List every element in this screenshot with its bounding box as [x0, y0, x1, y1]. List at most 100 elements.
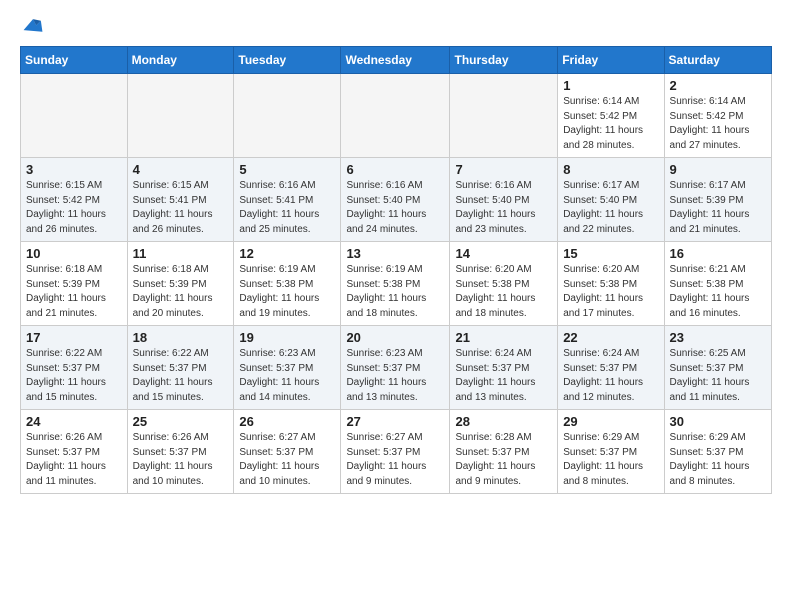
day-info: Sunrise: 6:15 AMSunset: 5:41 PMDaylight:…: [133, 179, 229, 237]
calendar-header-row: SundayMondayTuesdayWednesdayThursdayFrid…: [21, 47, 772, 74]
day-info: Sunrise: 6:22 AMSunset: 5:37 PMDaylight:…: [133, 347, 229, 405]
weekday-header-thursday: Thursday: [450, 47, 558, 74]
calendar-week-2: 3 Sunrise: 6:15 AMSunset: 5:42 PMDaylight…: [21, 158, 772, 242]
calendar-cell: 20 Sunrise: 6:23 AMSunset: 5:37 PMDayligh…: [341, 326, 450, 410]
calendar-cell: 8 Sunrise: 6:17 AMSunset: 5:40 PMDaylight…: [558, 158, 664, 242]
calendar-cell: 4 Sunrise: 6:15 AMSunset: 5:41 PMDaylight…: [127, 158, 234, 242]
day-info: Sunrise: 6:18 AMSunset: 5:39 PMDaylight:…: [26, 263, 122, 321]
calendar-cell: 29 Sunrise: 6:29 AMSunset: 5:37 PMDayligh…: [558, 410, 664, 494]
day-info: Sunrise: 6:22 AMSunset: 5:37 PMDaylight:…: [26, 347, 122, 405]
day-info: Sunrise: 6:21 AMSunset: 5:38 PMDaylight:…: [670, 263, 766, 321]
calendar-cell: 10Sunrise: 6:18 AMSunset: 5:39 PMDayligh…: [21, 242, 128, 326]
calendar-cell: 22Sunrise: 6:24 AMSunset: 5:37 PMDayligh…: [558, 326, 664, 410]
weekday-header-tuesday: Tuesday: [234, 47, 341, 74]
calendar-cell: 19 Sunrise: 6:23 AMSunset: 5:37 PMDayligh…: [234, 326, 341, 410]
day-info: Sunrise: 6:28 AMSunset: 5:37 PMDaylight:…: [455, 431, 552, 489]
day-number: 6: [346, 162, 444, 177]
weekday-header-friday: Friday: [558, 47, 664, 74]
calendar-cell: [21, 74, 128, 158]
day-number: 23: [670, 330, 766, 345]
day-number: 3: [26, 162, 122, 177]
day-number: 1: [563, 78, 658, 93]
day-info: Sunrise: 6:18 AMSunset: 5:39 PMDaylight:…: [133, 263, 229, 321]
day-info: Sunrise: 6:15 AMSunset: 5:42 PMDaylight:…: [26, 179, 122, 237]
day-number: 15: [563, 246, 658, 261]
day-number: 9: [670, 162, 766, 177]
day-info: Sunrise: 6:16 AMSunset: 5:41 PMDaylight:…: [239, 179, 335, 237]
day-number: 7: [455, 162, 552, 177]
day-number: 25: [133, 414, 229, 429]
calendar-cell: 14 Sunrise: 6:20 AMSunset: 5:38 PMDayligh…: [450, 242, 558, 326]
calendar-cell: 26 Sunrise: 6:27 AMSunset: 5:37 PMDayligh…: [234, 410, 341, 494]
calendar-cell: 30 Sunrise: 6:29 AMSunset: 5:37 PMDayligh…: [664, 410, 771, 494]
day-info: Sunrise: 6:16 AMSunset: 5:40 PMDaylight:…: [455, 179, 552, 237]
day-number: 19: [239, 330, 335, 345]
day-number: 8: [563, 162, 658, 177]
day-info: Sunrise: 6:23 AMSunset: 5:37 PMDaylight:…: [346, 347, 444, 405]
day-number: 24: [26, 414, 122, 429]
calendar-week-4: 17 Sunrise: 6:22 AMSunset: 5:37 PMDayligh…: [21, 326, 772, 410]
day-number: 12: [239, 246, 335, 261]
day-info: Sunrise: 6:26 AMSunset: 5:37 PMDaylight:…: [26, 431, 122, 489]
calendar-cell: 12 Sunrise: 6:19 AMSunset: 5:38 PMDayligh…: [234, 242, 341, 326]
calendar: SundayMondayTuesdayWednesdayThursdayFrid…: [20, 46, 772, 494]
calendar-week-3: 10Sunrise: 6:18 AMSunset: 5:39 PMDayligh…: [21, 242, 772, 326]
calendar-cell: [341, 74, 450, 158]
calendar-cell: 24 Sunrise: 6:26 AMSunset: 5:37 PMDayligh…: [21, 410, 128, 494]
calendar-cell: 2Sunrise: 6:14 AMSunset: 5:42 PMDaylight…: [664, 74, 771, 158]
day-number: 26: [239, 414, 335, 429]
calendar-cell: 13 Sunrise: 6:19 AMSunset: 5:38 PMDayligh…: [341, 242, 450, 326]
weekday-header-wednesday: Wednesday: [341, 47, 450, 74]
day-number: 16: [670, 246, 766, 261]
calendar-cell: 23 Sunrise: 6:25 AMSunset: 5:37 PMDayligh…: [664, 326, 771, 410]
calendar-week-5: 24 Sunrise: 6:26 AMSunset: 5:37 PMDayligh…: [21, 410, 772, 494]
page: SundayMondayTuesdayWednesdayThursdayFrid…: [0, 0, 792, 510]
day-info: Sunrise: 6:20 AMSunset: 5:38 PMDaylight:…: [455, 263, 552, 321]
weekday-header-monday: Monday: [127, 47, 234, 74]
day-info: Sunrise: 6:20 AMSunset: 5:38 PMDaylight:…: [563, 263, 658, 321]
day-number: 18: [133, 330, 229, 345]
day-info: Sunrise: 6:17 AMSunset: 5:39 PMDaylight:…: [670, 179, 766, 237]
day-number: 11: [133, 246, 229, 261]
day-info: Sunrise: 6:19 AMSunset: 5:38 PMDaylight:…: [239, 263, 335, 321]
day-info: Sunrise: 6:29 AMSunset: 5:37 PMDaylight:…: [563, 431, 658, 489]
day-number: 29: [563, 414, 658, 429]
calendar-cell: 25 Sunrise: 6:26 AMSunset: 5:37 PMDayligh…: [127, 410, 234, 494]
calendar-cell: 27Sunrise: 6:27 AMSunset: 5:37 PMDayligh…: [341, 410, 450, 494]
day-info: Sunrise: 6:29 AMSunset: 5:37 PMDaylight:…: [670, 431, 766, 489]
day-info: Sunrise: 6:16 AMSunset: 5:40 PMDaylight:…: [346, 179, 444, 237]
day-info: Sunrise: 6:19 AMSunset: 5:38 PMDaylight:…: [346, 263, 444, 321]
day-number: 21: [455, 330, 552, 345]
calendar-cell: 9 Sunrise: 6:17 AMSunset: 5:39 PMDaylight…: [664, 158, 771, 242]
day-number: 14: [455, 246, 552, 261]
day-info: Sunrise: 6:27 AMSunset: 5:37 PMDaylight:…: [346, 431, 444, 489]
header: [20, 16, 772, 38]
calendar-cell: 17 Sunrise: 6:22 AMSunset: 5:37 PMDayligh…: [21, 326, 128, 410]
day-info: Sunrise: 6:14 AMSunset: 5:42 PMDaylight:…: [563, 95, 658, 153]
day-number: 13: [346, 246, 444, 261]
day-info: Sunrise: 6:17 AMSunset: 5:40 PMDaylight:…: [563, 179, 658, 237]
day-number: 4: [133, 162, 229, 177]
day-number: 5: [239, 162, 335, 177]
day-info: Sunrise: 6:25 AMSunset: 5:37 PMDaylight:…: [670, 347, 766, 405]
calendar-cell: 3 Sunrise: 6:15 AMSunset: 5:42 PMDaylight…: [21, 158, 128, 242]
calendar-cell: 6 Sunrise: 6:16 AMSunset: 5:40 PMDaylight…: [341, 158, 450, 242]
calendar-cell: 7 Sunrise: 6:16 AMSunset: 5:40 PMDaylight…: [450, 158, 558, 242]
day-info: Sunrise: 6:14 AMSunset: 5:42 PMDaylight:…: [670, 95, 766, 153]
calendar-cell: 15 Sunrise: 6:20 AMSunset: 5:38 PMDayligh…: [558, 242, 664, 326]
calendar-cell: 1 Sunrise: 6:14 AMSunset: 5:42 PMDaylight…: [558, 74, 664, 158]
calendar-week-1: 1 Sunrise: 6:14 AMSunset: 5:42 PMDaylight…: [21, 74, 772, 158]
calendar-cell: 21 Sunrise: 6:24 AMSunset: 5:37 PMDayligh…: [450, 326, 558, 410]
calendar-cell: 16 Sunrise: 6:21 AMSunset: 5:38 PMDayligh…: [664, 242, 771, 326]
day-info: Sunrise: 6:26 AMSunset: 5:37 PMDaylight:…: [133, 431, 229, 489]
day-number: 30: [670, 414, 766, 429]
day-info: Sunrise: 6:23 AMSunset: 5:37 PMDaylight:…: [239, 347, 335, 405]
day-number: 20: [346, 330, 444, 345]
day-number: 17: [26, 330, 122, 345]
day-info: Sunrise: 6:27 AMSunset: 5:37 PMDaylight:…: [239, 431, 335, 489]
day-number: 28: [455, 414, 552, 429]
day-info: Sunrise: 6:24 AMSunset: 5:37 PMDaylight:…: [455, 347, 552, 405]
logo: [20, 20, 44, 38]
weekday-header-saturday: Saturday: [664, 47, 771, 74]
calendar-cell: [127, 74, 234, 158]
